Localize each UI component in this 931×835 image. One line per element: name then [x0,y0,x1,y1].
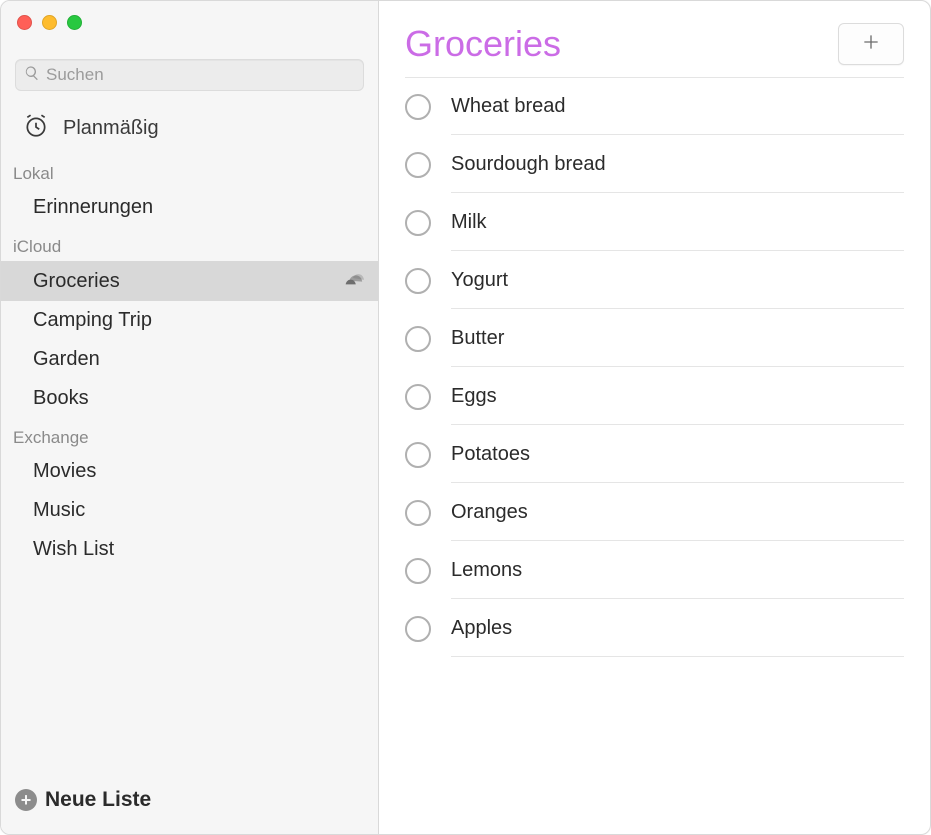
reminder-row[interactable]: Sourdough bread [405,136,904,194]
reminder-checkbox[interactable] [405,210,431,236]
reminder-text: Yogurt [451,269,904,292]
reminder-checkbox[interactable] [405,500,431,526]
reminder-checkbox[interactable] [405,384,431,410]
sidebar-item-camping-trip[interactable]: Camping Trip [1,301,378,340]
reminder-text: Butter [451,327,904,350]
window-controls [1,1,378,51]
reminder-row[interactable]: Lemons [405,542,904,600]
reminder-row[interactable]: Potatoes [405,426,904,484]
reminder-text-wrap: Sourdough bread [451,153,904,193]
list-title: Groceries [405,23,561,65]
reminder-list: Wheat bread Sourdough bread Milk Yogurt Butt… [405,78,904,834]
sidebar-item-scheduled[interactable]: Planmäßig [1,103,378,154]
reminder-text-wrap: Eggs [451,385,904,425]
reminder-text: Wheat bread [451,95,904,118]
reminder-text-wrap: Wheat bread [451,95,904,135]
reminder-row[interactable]: Wheat bread [405,78,904,136]
sidebar-item-erinnerungen[interactable]: Erinnerungen [1,188,378,227]
sidebar-item-label: Erinnerungen [33,196,153,219]
sidebar-item-label: Groceries [33,270,120,293]
reminder-text-wrap: Apples [451,617,904,657]
reminder-text: Lemons [451,559,904,582]
sidebar-item-garden[interactable]: Garden [1,340,378,379]
sidebar-item-label: Wish List [33,538,114,561]
section-header-icloud: iCloud [1,227,378,261]
new-list-label: Neue Liste [45,788,151,812]
plus-circle-icon: + [15,789,37,811]
reminder-text-wrap: Milk [451,211,904,251]
minimize-window-button[interactable] [42,15,57,30]
close-window-button[interactable] [17,15,32,30]
reminder-row[interactable]: Yogurt [405,252,904,310]
search-field[interactable] [15,59,364,91]
shared-list-icon [342,269,364,293]
reminder-text-wrap: Potatoes [451,443,904,483]
reminder-checkbox[interactable] [405,442,431,468]
reminder-checkbox[interactable] [405,152,431,178]
reminder-row[interactable]: Butter [405,310,904,368]
reminder-row[interactable]: Apples [405,600,904,658]
sidebar: Planmäßig Lokal Erinnerungen iCloud Groc… [1,1,379,834]
reminder-text: Milk [451,211,904,234]
reminder-text-wrap: Lemons [451,559,904,599]
reminders-window: Planmäßig Lokal Erinnerungen iCloud Groc… [0,0,931,835]
scheduled-label: Planmäßig [63,117,159,140]
reminder-text-wrap: Yogurt [451,269,904,309]
reminder-text: Eggs [451,385,904,408]
reminder-text: Oranges [451,501,904,524]
plus-icon [861,32,881,57]
sidebar-item-wish-list[interactable]: Wish List [1,530,378,569]
reminder-text-wrap: Oranges [451,501,904,541]
sidebar-item-label: Camping Trip [33,309,152,332]
reminder-row[interactable]: Oranges [405,484,904,542]
sidebar-item-music[interactable]: Music [1,491,378,530]
alarm-clock-icon [23,113,49,144]
sidebar-item-label: Books [33,387,89,410]
sidebar-item-label: Garden [33,348,100,371]
section-header-exchange: Exchange [1,418,378,452]
list-header: Groceries [405,1,904,78]
reminder-row[interactable]: Eggs [405,368,904,426]
sidebar-item-books[interactable]: Books [1,379,378,418]
search-icon [24,65,40,86]
section-header-lokal: Lokal [1,154,378,188]
reminder-checkbox[interactable] [405,326,431,352]
reminder-checkbox[interactable] [405,94,431,120]
reminder-checkbox[interactable] [405,268,431,294]
reminder-text: Sourdough bread [451,153,904,176]
reminder-checkbox[interactable] [405,558,431,584]
add-reminder-button[interactable] [838,23,904,65]
sidebar-item-label: Movies [33,460,96,483]
new-list-button[interactable]: + Neue Liste [1,772,378,834]
reminder-checkbox[interactable] [405,616,431,642]
reminder-text-wrap: Butter [451,327,904,367]
sidebar-item-label: Music [33,499,85,522]
fullscreen-window-button[interactable] [67,15,82,30]
sidebar-item-groceries[interactable]: Groceries [1,261,378,301]
reminder-row[interactable]: Milk [405,194,904,252]
main-panel: Groceries Wheat bread Sourdough bread Milk… [379,1,930,834]
search-input[interactable] [40,64,355,86]
sidebar-item-movies[interactable]: Movies [1,452,378,491]
reminder-text: Potatoes [451,443,904,466]
reminder-text: Apples [451,617,904,640]
